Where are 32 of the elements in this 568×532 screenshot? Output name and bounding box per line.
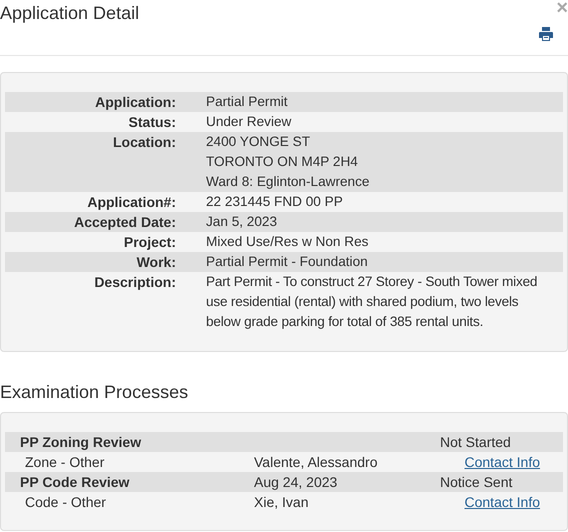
process-date: Aug 24, 2023 (254, 473, 338, 492)
process-status: Not Started (440, 433, 512, 452)
section-heading: Examination Processes (0, 381, 190, 403)
field-label: Location: (112, 133, 176, 152)
process-name: PP Zoning Review (19, 433, 142, 452)
field-value: Partial Permit - Foundation (206, 253, 369, 271)
reviewer-name: Valente, Alessandro (254, 453, 378, 472)
task-name: Code - Other (24, 493, 107, 512)
dialog-title: Application Detail (0, 3, 140, 23)
contact-link[interactable]: Contact Info (464, 494, 540, 510)
field-label: Status: (128, 113, 176, 132)
field-value: Under Review (206, 113, 292, 131)
field-label: Project: (122, 233, 176, 252)
field-value: TORONTO ON M4P 2H4 (206, 153, 359, 171)
field-value: Part Permit - To construct 27 Storey - South Tower mixed use residential (rental) with shared podium, two levels below grade parking for total of 385 rental units. (206, 273, 538, 331)
process-name: PP Code Review (19, 473, 130, 492)
process-status: Notice Sent (440, 473, 514, 492)
contact-link[interactable]: Contact Info (464, 454, 540, 470)
field-value: Jan 5, 2023 (206, 213, 278, 231)
task-name: Zone - Other (24, 453, 106, 472)
print-icon[interactable] (539, 27, 553, 41)
field-label: Work: (136, 253, 176, 272)
field-value: 2400 YONGE ST (206, 133, 312, 151)
field-label: Application#: (86, 193, 176, 212)
reviewer-name: Xie, Ivan (254, 493, 310, 512)
field-value: 22 231445 FND 00 PP (206, 193, 344, 211)
field-label: Application: (94, 93, 176, 112)
field-value: Partial Permit (206, 93, 289, 111)
field-value: Mixed Use/Res w Non Res (206, 233, 370, 251)
field-label: Description: (93, 273, 176, 292)
field-label: Accepted Date: (73, 213, 176, 232)
field-value: Ward 8: Eglinton-Lawrence (206, 173, 370, 191)
